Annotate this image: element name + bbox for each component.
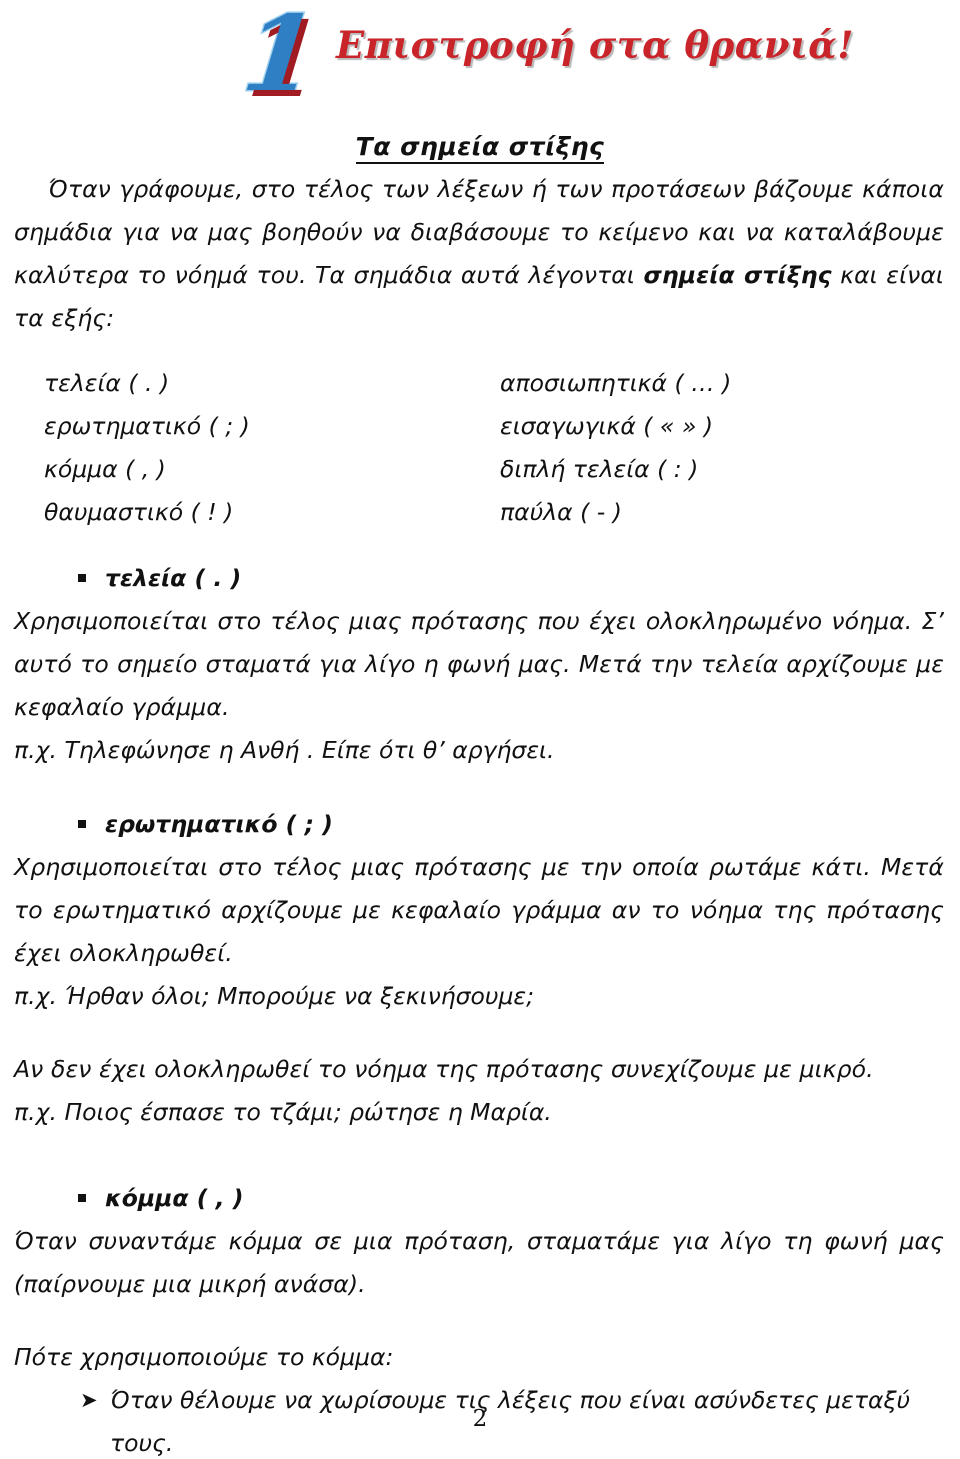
section-body-komma: Όταν συναντάμε κόμμα σε μια πρόταση, στα… — [14, 1227, 944, 1298]
document-heading-text: Τα σημεία στίξης — [355, 132, 605, 164]
section-body-erotimatiko: Χρησιμοποιείται στο τέλος μιας πρότασης … — [14, 853, 944, 967]
document-body: Τα σημεία στίξης Όταν γράφουμε, στο τέλο… — [0, 108, 960, 1459]
punctuation-item: αποσιωπητικά ( … ) — [500, 369, 732, 397]
page-header: 1 Επιστροφή στα θρανιά! — [0, 0, 960, 117]
intro-text-bold: σημεία στίξης — [643, 261, 832, 289]
punctuation-left-column: τελεία ( . ) ερωτηματικό ( ; ) κόμμα ( ,… — [44, 362, 250, 534]
square-bullet-icon — [78, 1194, 86, 1202]
section-example-teleia: π.χ. Τηλεφώνησε η Ανθή . Είπε ότι θ’ αργ… — [14, 736, 555, 764]
punctuation-item: εισαγωγικά ( « » ) — [500, 412, 714, 440]
square-bullet-icon — [78, 820, 86, 828]
section-heading-komma: κόμμα ( , ) — [0, 1176, 960, 1220]
square-bullet-icon — [78, 574, 86, 582]
section-heading-teleia: τελεία ( . ) — [0, 556, 960, 600]
section-example2-erotimatiko: π.χ. Ποιος έσπασε το τζάμι; ρώτησε η Μαρ… — [14, 1098, 552, 1126]
punctuation-item: ερωτηματικό ( ; ) — [44, 412, 250, 440]
section-body-teleia: Χρησιμοποιείται στο τέλος μιας πρότασης … — [14, 607, 944, 721]
punctuation-item: παύλα ( - ) — [500, 498, 622, 526]
punctuation-two-column-list: τελεία ( . ) ερωτηματικό ( ; ) κόμμα ( ,… — [0, 362, 960, 538]
section-question-komma: Πότε χρησιμοποιούμε το κόμμα: — [14, 1343, 394, 1371]
intro-paragraph: Όταν γράφουμε, στο τέλος των λέξεων ή τω… — [0, 168, 960, 340]
punctuation-item: διπλή τελεία ( : ) — [500, 455, 699, 483]
section-heading-erotimatiko: ερωτηματικό ( ; ) — [0, 802, 960, 846]
punctuation-item: θαυμαστικό ( ! ) — [44, 498, 234, 526]
punctuation-item: τελεία ( . ) — [44, 369, 170, 397]
section-example-erotimatiko: π.χ. Ήρθαν όλοι; Μπορούμε να ξεκινήσουμε… — [14, 982, 535, 1010]
punctuation-right-column: αποσιωπητικά ( … ) εισαγωγικά ( « » ) δι… — [500, 362, 731, 534]
section-heading-label: κόμμα ( , ) — [105, 1184, 244, 1212]
chapter-number-graphic: 1 — [236, 0, 324, 117]
page-number: 2 — [472, 1406, 488, 1432]
header-title: Επιστροφή στα θρανιά! — [336, 23, 854, 67]
worksheet-page: 1 Επιστροφή στα θρανιά! Τα σημεία στίξης… — [0, 0, 960, 1459]
section-heading-label: τελεία ( . ) — [105, 564, 242, 592]
section-body2-erotimatiko: Αν δεν έχει ολοκληρωθεί το νόημα της πρό… — [14, 1055, 874, 1083]
punctuation-item: κόμμα ( , ) — [44, 455, 166, 483]
section-heading-label: ερωτηματικό ( ; ) — [105, 810, 333, 838]
document-heading: Τα σημεία στίξης — [0, 126, 960, 168]
